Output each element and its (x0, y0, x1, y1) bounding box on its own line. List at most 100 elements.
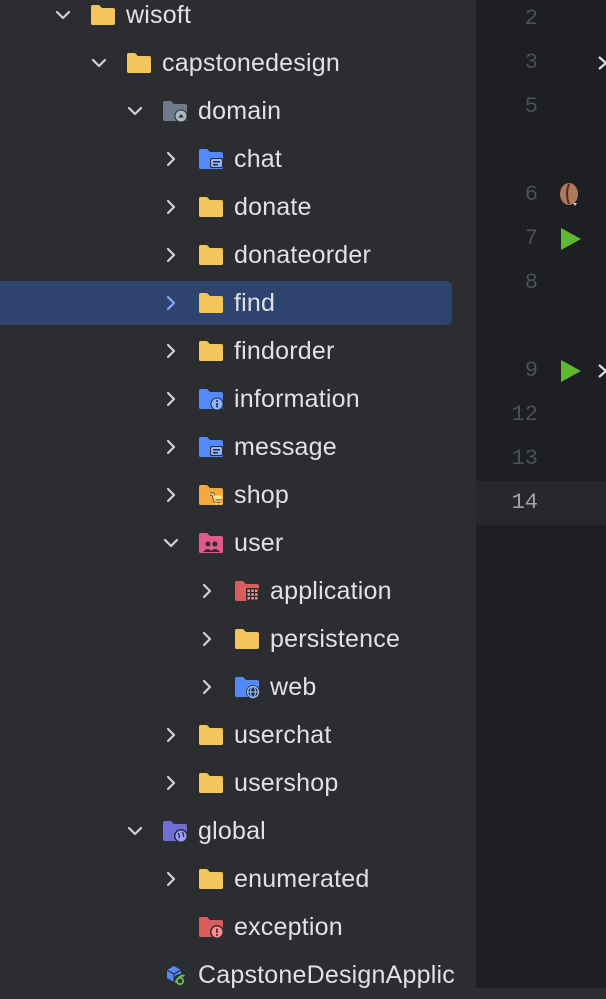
chevron-right-icon[interactable] (161, 725, 181, 745)
chevron-right-icon[interactable] (161, 245, 181, 265)
gutter-line: 14 (476, 481, 606, 525)
bean-icon[interactable] (556, 181, 584, 209)
folder-icon (197, 771, 225, 795)
fold-chevron-icon[interactable] (598, 361, 606, 381)
tree-item-persistence[interactable]: persistence (0, 615, 476, 663)
tree-item-exception[interactable]: exception (0, 903, 476, 951)
info-folder-icon (197, 387, 225, 411)
gutter-line: 13 (476, 437, 606, 481)
global-folder-icon (161, 819, 189, 843)
tree-item-label: CapstoneDesignApplic (198, 961, 455, 989)
folder-icon (197, 867, 225, 891)
tree-item-label: exception (234, 913, 343, 941)
tree-item-usershop[interactable]: usershop (0, 759, 476, 807)
tree-item-label: wisoft (126, 1, 192, 29)
chevron-right-icon[interactable] (161, 773, 181, 793)
chevron-right-icon[interactable] (161, 437, 181, 457)
tree-item-label: web (270, 673, 317, 701)
chevron-down-icon[interactable] (161, 533, 181, 553)
folder-icon (89, 3, 117, 27)
tree-item-userchat[interactable]: userchat (0, 711, 476, 759)
gutter-line: 3 (476, 41, 606, 85)
chevron-right-icon[interactable] (161, 197, 181, 217)
spring-application-icon (161, 963, 189, 987)
tree-item-label: usershop (234, 769, 339, 797)
tree-item-label: domain (198, 97, 282, 125)
tree-item-label: information (234, 385, 360, 413)
tree-item-shop[interactable]: shop (0, 471, 476, 519)
gutter-line: 7 (476, 217, 606, 261)
tree-item-find[interactable]: find (0, 279, 476, 327)
gutter-line: 2 (476, 0, 606, 41)
tree-item-label: shop (234, 481, 290, 509)
message-folder-icon (197, 435, 225, 459)
tree-item-capstonedesignapplic[interactable]: CapstoneDesignApplic (0, 951, 476, 999)
gutter-line: 8 (476, 261, 606, 305)
chevron-down-icon[interactable] (125, 101, 145, 121)
chevron-down-icon[interactable] (125, 821, 145, 841)
tree-item-label: donateorder (234, 241, 372, 269)
tree-item-label: donate (234, 193, 312, 221)
line-number: 8 (524, 270, 538, 295)
tree-item-wisoft[interactable]: wisoft (0, 0, 476, 39)
editor-gutter: 2 3 5 6 7 8 9 12 13 14 (476, 0, 606, 988)
tree-item-label: findorder (234, 337, 335, 365)
chevron-right-icon[interactable] (161, 485, 181, 505)
line-number: 6 (524, 182, 538, 207)
gutter-line: 9 (476, 349, 606, 393)
folder-icon (233, 627, 261, 651)
application-folder-icon (233, 579, 261, 603)
tree-item-label: persistence (270, 625, 401, 653)
tree-item-label: userchat (234, 721, 332, 749)
tree-item-label: user (234, 529, 284, 557)
tree-item-label: global (198, 817, 266, 845)
chevron-right-icon[interactable] (161, 869, 181, 889)
chevron-right-icon[interactable] (161, 293, 181, 313)
chevron-right-icon[interactable] (161, 389, 181, 409)
run-icon[interactable] (556, 225, 584, 253)
gutter-line: 6 (476, 173, 606, 217)
tree-item-information[interactable]: information (0, 375, 476, 423)
chevron-down-icon[interactable] (89, 53, 109, 73)
run-icon[interactable] (556, 357, 584, 385)
line-number: 12 (511, 402, 538, 427)
folder-icon (197, 723, 225, 747)
tree-item-label: enumerated (234, 865, 370, 893)
tree-item-global[interactable]: global (0, 807, 476, 855)
tree-item-enumerated[interactable]: enumerated (0, 855, 476, 903)
tree-item-capstonedesign[interactable]: capstonedesign (0, 39, 476, 87)
chevron-right-icon[interactable] (197, 677, 217, 697)
chevron-right-icon[interactable] (197, 581, 217, 601)
tree-item-findorder[interactable]: findorder (0, 327, 476, 375)
chevron-right-icon[interactable] (161, 341, 181, 361)
folder-icon (197, 195, 225, 219)
chevron-down-icon[interactable] (53, 5, 73, 25)
line-number: 2 (524, 6, 538, 31)
tree-item-donate[interactable]: donate (0, 183, 476, 231)
tree-item-message[interactable]: message (0, 423, 476, 471)
line-number: 9 (524, 358, 538, 383)
line-number: 5 (524, 94, 538, 119)
folder-icon (125, 51, 153, 75)
chevron-right-icon[interactable] (161, 149, 181, 169)
tree-item-application[interactable]: application (0, 567, 476, 615)
tree-item-label: capstonedesign (162, 49, 340, 77)
line-number: 7 (524, 226, 538, 251)
tree-item-chat[interactable]: chat (0, 135, 476, 183)
folder-icon (197, 291, 225, 315)
line-number: 3 (524, 50, 538, 75)
tree-item-donateorder[interactable]: donateorder (0, 231, 476, 279)
fold-chevron-icon[interactable] (598, 53, 606, 73)
tree-item-user[interactable]: user (0, 519, 476, 567)
exception-folder-icon (197, 915, 225, 939)
gutter-line: 12 (476, 393, 606, 437)
tree-item-domain[interactable]: domain (0, 87, 476, 135)
line-number: 13 (511, 446, 538, 471)
chevron-right-icon[interactable] (197, 629, 217, 649)
web-folder-icon (233, 675, 261, 699)
line-number: 14 (511, 490, 538, 515)
chat-folder-icon (197, 147, 225, 171)
user-folder-icon (197, 531, 225, 555)
shop-folder-icon (197, 483, 225, 507)
tree-item-web[interactable]: web (0, 663, 476, 711)
